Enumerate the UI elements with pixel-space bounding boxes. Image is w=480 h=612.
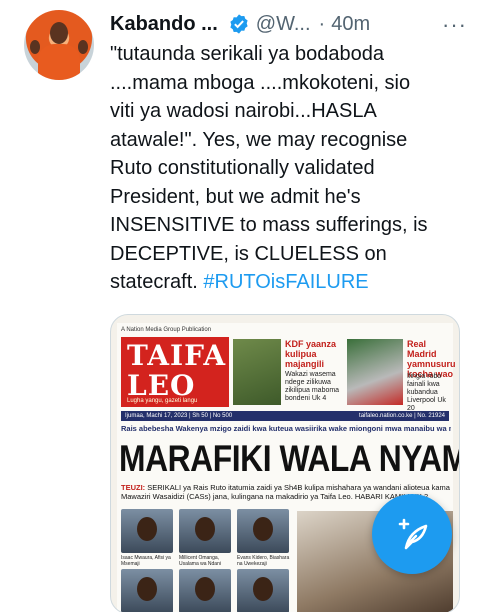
promo-kdf-page: Uk 4 <box>311 395 327 402</box>
dateline-text: Ijumaa, Machi 17, 2023 | Sh 50 | No 500 <box>125 413 233 419</box>
site-url: taifaleo.nation.co.ke | No. 21924 <box>359 413 445 419</box>
compose-feather-icon <box>398 518 428 550</box>
face-caption: Isaac Mwaura, Afisi ya Msemaji <box>121 555 171 567</box>
compose-button[interactable] <box>372 494 452 574</box>
tweet-text-line: viti ya wadosi nairobi...HASLA <box>110 100 377 122</box>
masthead: TAIFA LEO Lugha yangu, gazeti langu <box>121 337 229 407</box>
main-headline: MARAFIKI WALA NYAMA <box>119 438 460 479</box>
promo-kdf-headline: KDF yaanza kulipua majangili <box>285 339 337 369</box>
tweet-text-line: DECEPTIVE, is CLUELESS on <box>110 242 387 265</box>
tweet-text: "tutaunda serikali ya bodaboda ....mama … <box>110 40 460 297</box>
face-photo <box>121 569 173 612</box>
tweet-timestamp[interactable]: 40m <box>331 13 370 36</box>
publisher-line: A Nation Media Group Publication <box>121 327 212 333</box>
separator-dot: · <box>318 12 326 35</box>
face-photo <box>179 569 231 612</box>
tweet-text-end: statecraft. <box>110 271 198 293</box>
verified-badge-icon <box>230 14 248 34</box>
face-photo <box>121 509 173 553</box>
tweet-text-line: atawale!". Yes, we may recognise <box>110 128 408 151</box>
masthead-tagline: Lugha yangu, gazeti langu <box>127 398 198 404</box>
face-photo <box>237 509 289 553</box>
face-caption: Evans Kidero, Biashara na Uwekezaji <box>237 555 290 567</box>
promo-kdf-photo <box>233 339 281 405</box>
masthead-line-1: TAIFA <box>127 339 227 372</box>
hashtag-link[interactable]: #RUTOisFAILURE <box>203 271 368 293</box>
tweet-text-line: Ruto constitutionally validated <box>110 157 375 179</box>
more-options-icon[interactable]: ··· <box>442 12 467 38</box>
headline-kicker: Rais abebesha Wakenya mzigo zaidi kwa ku… <box>121 424 451 433</box>
promo-kdf-sub: Wakazi wasema ndege zilikuwa zikilipua m… <box>285 371 345 403</box>
masthead-logo: TAIFA LEO <box>127 341 226 401</box>
author-avatar[interactable] <box>24 10 94 80</box>
promo-real-madrid: Real Madrid yamnusuru kocha wao Ilingia … <box>347 339 456 412</box>
tweet-text-line-last: statecraft. #RUTOisFAILURE <box>110 268 460 297</box>
tweet-header: Kabando ... @W... · 40m ··· <box>110 12 470 38</box>
author-handle[interactable]: @W... <box>256 13 311 36</box>
lead-label: TEUZI: <box>121 483 146 492</box>
face-caption: Millicent Omanga, Usalama wa Ndani <box>179 555 221 567</box>
promo-madrid-sub: Ilingia robo fainali kwa kubandua Liverp… <box>407 373 453 413</box>
tweet-text-line: ....mama mboga ....mkokoteni, sio <box>110 71 411 94</box>
promo-kdf: KDF yaanza kulipua majangili Wakazi wase… <box>233 339 345 405</box>
tweet-text-line: President, but we admit he's <box>110 185 361 208</box>
author-name[interactable]: Kabando ... <box>110 13 218 36</box>
face-photo <box>179 509 231 553</box>
masthead-line-2: LEO <box>127 369 196 402</box>
promo-football-photo <box>347 339 403 405</box>
tweet[interactable]: Kabando ... @W... · 40m ··· "tutaunda se… <box>0 0 480 612</box>
tweet-text-line: INSENSITIVE to mass sufferings, is <box>110 214 428 236</box>
dateline-bar: Ijumaa, Machi 17, 2023 | Sh 50 | No 500 … <box>121 411 449 421</box>
face-photo <box>237 569 289 612</box>
tweet-text-line: "tutaunda serikali ya bodaboda <box>110 43 384 65</box>
